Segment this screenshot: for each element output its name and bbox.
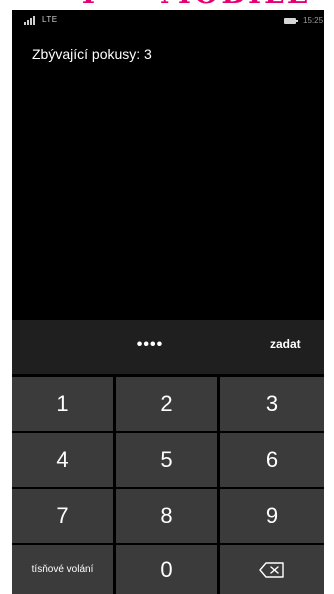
pin-entry-row: •••• zadat [12, 320, 324, 374]
key-label: 3 [265, 391, 279, 416]
key-7[interactable]: 7 [12, 489, 113, 543]
status-time: 15:25 [303, 16, 324, 25]
emergency-call-label: tísňové volání [31, 563, 94, 575]
brand-logo-left: T [78, 0, 102, 8]
key-label: 5 [160, 447, 173, 472]
phone-screen: LTE 15:25 Zbývající pokusy: 3 •••• zadat… [12, 10, 324, 594]
key-label: 6 [265, 447, 279, 472]
key-label: 1 [56, 391, 69, 416]
key-1[interactable]: 1 [12, 377, 113, 431]
key-label: 0 [160, 556, 173, 582]
key-label: 7 [56, 503, 69, 528]
key-label: 2 [160, 391, 173, 416]
enter-button[interactable]: zadat [270, 337, 320, 351]
key-3[interactable]: 3 [220, 377, 324, 431]
key-8[interactable]: 8 [116, 489, 217, 543]
numeric-keypad: 1 2 3 4 5 6 7 8 9 tísňové volání 0 [12, 374, 324, 594]
key-label: 4 [56, 447, 69, 472]
network-type: LTE [42, 15, 58, 24]
key-label: 9 [265, 503, 279, 528]
key-2[interactable]: 2 [116, 377, 217, 431]
emergency-call-button[interactable]: tísňové volání [12, 545, 113, 594]
key-6[interactable]: 6 [220, 433, 324, 487]
backspace-button[interactable] [220, 545, 324, 594]
remaining-attempts-text: Zbývající pokusy: 3 [32, 46, 152, 62]
key-9[interactable]: 9 [220, 489, 324, 543]
status-bar: LTE 15:25 [12, 10, 324, 32]
brand-logo-right: MOBILE [160, 0, 311, 8]
key-5[interactable]: 5 [116, 433, 217, 487]
pin-input[interactable]: •••• [120, 337, 180, 353]
key-0[interactable]: 0 [116, 545, 217, 594]
key-label: 8 [160, 503, 173, 528]
backspace-icon [259, 561, 284, 578]
key-4[interactable]: 4 [12, 433, 113, 487]
brand-banner: T MOBILE [0, 0, 334, 10]
battery-icon [284, 18, 298, 24]
signal-icon [24, 15, 38, 25]
